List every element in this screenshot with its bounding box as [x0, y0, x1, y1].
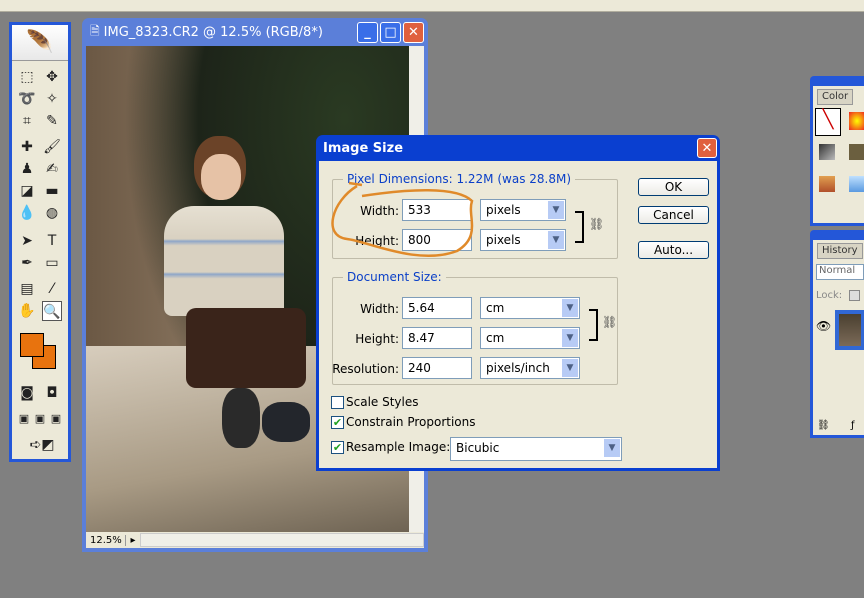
- history-brush-icon[interactable]: ✍: [42, 159, 62, 179]
- minimize-button[interactable]: _: [357, 21, 378, 43]
- marquee-tool-icon[interactable]: ⬚: [17, 67, 37, 87]
- pixel-height-unit: pixels: [486, 233, 521, 247]
- dialog-close-button[interactable]: ✕: [697, 138, 717, 158]
- brush-tool-icon[interactable]: 🖌: [42, 137, 62, 157]
- zoom-level[interactable]: 12.5%: [86, 534, 126, 546]
- hand-tool-icon[interactable]: ✋: [17, 301, 37, 321]
- quickmask-mode-icon[interactable]: ◘: [42, 383, 62, 403]
- style-swatch[interactable]: [819, 176, 835, 192]
- lasso-tool-icon[interactable]: ➰: [17, 89, 37, 109]
- shape-tool-icon[interactable]: ▭: [42, 253, 62, 273]
- resolution-field[interactable]: 240: [402, 357, 472, 379]
- notes-tool-icon[interactable]: ▤: [17, 279, 37, 299]
- document-size-legend: Document Size:: [343, 270, 446, 284]
- status-bar: 12.5% ▸: [86, 532, 424, 548]
- image-size-dialog: Image Size ✕ Pixel Dimensions: 1.22M (wa…: [316, 135, 720, 471]
- chain-link-icon: ⛓: [602, 315, 618, 329]
- pixel-width-unit: pixels: [486, 203, 521, 217]
- chevron-down-icon: ▼: [562, 329, 578, 347]
- cancel-button[interactable]: Cancel: [638, 206, 709, 224]
- tab-history[interactable]: History: [817, 243, 863, 259]
- tab-color[interactable]: Color: [817, 89, 854, 105]
- crop-tool-icon[interactable]: ⌗: [17, 111, 37, 131]
- move-tool-icon[interactable]: ✥: [42, 67, 62, 87]
- foreground-color-swatch[interactable]: [20, 333, 44, 357]
- no-style-swatch[interactable]: ╲: [815, 108, 841, 136]
- chevron-down-icon: ▼: [562, 359, 578, 377]
- link-bracket: [575, 211, 584, 243]
- chevron-down-icon: ▼: [604, 439, 620, 457]
- horizontal-scrollbar[interactable]: [140, 533, 424, 547]
- standard-mode-icon[interactable]: ◙: [17, 383, 37, 403]
- lock-label: Lock:: [816, 290, 843, 301]
- stamp-tool-icon[interactable]: ♟: [17, 159, 37, 179]
- resample-method-select[interactable]: Bicubic ▼: [450, 437, 622, 461]
- layer-row[interactable]: [835, 310, 864, 350]
- doc-width-unit-select[interactable]: cm ▼: [480, 297, 580, 319]
- doc-width-label: Width:: [360, 302, 399, 316]
- lock-transparency-icon[interactable]: [849, 290, 860, 301]
- healing-brush-icon[interactable]: ✚: [17, 137, 37, 157]
- pixel-width-unit-select[interactable]: pixels ▼: [480, 199, 566, 221]
- document-icon: 🗎: [90, 23, 100, 38]
- resolution-unit: pixels/inch: [486, 361, 550, 375]
- auto-button[interactable]: Auto...: [638, 241, 709, 259]
- ok-button[interactable]: OK: [638, 178, 709, 196]
- color-swatches-panel: Color ╲: [810, 76, 864, 226]
- doc-height-unit: cm: [486, 331, 505, 345]
- jump-to-imageready-icon[interactable]: ➪◩: [24, 435, 60, 455]
- doc-width-field[interactable]: 5.64: [402, 297, 472, 319]
- chevron-down-icon: ▼: [548, 201, 564, 219]
- link-bracket: [589, 309, 598, 341]
- layers-panel: History Normal Lock: 👁 ⛓ ƒ: [810, 230, 864, 438]
- blend-mode-select[interactable]: Normal: [816, 264, 864, 280]
- dialog-title: Image Size: [323, 140, 404, 156]
- doc-width-unit: cm: [486, 301, 505, 315]
- resample-image-label: Resample Image:: [346, 440, 451, 454]
- status-menu-icon[interactable]: ▸: [126, 535, 140, 546]
- close-button[interactable]: ✕: [403, 21, 424, 43]
- blur-tool-icon[interactable]: 💧: [17, 203, 37, 223]
- chevron-down-icon: ▼: [548, 231, 564, 249]
- chain-link-icon: ⛓: [589, 217, 605, 231]
- constrain-proportions-label: Constrain Proportions: [346, 415, 476, 429]
- resample-method: Bicubic: [456, 441, 500, 455]
- type-tool-icon[interactable]: T: [42, 231, 62, 251]
- dodge-tool-icon[interactable]: ◍: [42, 203, 62, 223]
- gradient-tool-icon[interactable]: ▬: [42, 181, 62, 201]
- doc-height-unit-select[interactable]: cm ▼: [480, 327, 580, 349]
- constrain-proportions-checkbox[interactable]: ✔: [331, 416, 344, 429]
- style-swatch[interactable]: [849, 176, 864, 192]
- layer-style-icon[interactable]: ƒ: [851, 420, 855, 431]
- document-title: IMG_8323.CR2 @ 12.5% (RGB/8*): [103, 24, 323, 40]
- resolution-label: Resolution:: [332, 362, 399, 376]
- layer-thumbnail: [839, 314, 861, 346]
- options-bar: [0, 0, 864, 12]
- maximize-button[interactable]: □: [380, 21, 401, 43]
- eraser-tool-icon[interactable]: ◪: [17, 181, 37, 201]
- style-swatch[interactable]: [849, 112, 864, 130]
- style-swatch[interactable]: [819, 144, 835, 160]
- eyedropper-icon[interactable]: ⁄: [42, 279, 62, 299]
- doc-height-field[interactable]: 8.47: [402, 327, 472, 349]
- magic-wand-icon[interactable]: ✧: [42, 89, 62, 109]
- eye-visibility-icon[interactable]: 👁: [816, 319, 831, 333]
- feather-logo-icon: 🪶: [12, 25, 68, 61]
- path-select-icon[interactable]: ➤: [17, 231, 37, 251]
- pixel-height-unit-select[interactable]: pixels ▼: [480, 229, 566, 251]
- link-layers-icon[interactable]: ⛓: [817, 420, 830, 431]
- slice-tool-icon[interactable]: ✎: [42, 111, 62, 131]
- zoom-tool-icon[interactable]: 🔍: [42, 301, 62, 321]
- fullscreen-icon[interactable]: ▣: [46, 409, 66, 429]
- doc-height-label: Height:: [355, 332, 399, 346]
- style-swatch[interactable]: [849, 144, 864, 160]
- pen-tool-icon[interactable]: ✒: [17, 253, 37, 273]
- chevron-down-icon: ▼: [562, 299, 578, 317]
- resolution-unit-select[interactable]: pixels/inch ▼: [480, 357, 580, 379]
- scale-styles-checkbox[interactable]: [331, 396, 344, 409]
- toolbox: 🪶 ⬚ ✥ ➰ ✧ ⌗ ✎ ✚ 🖌 ♟ ✍ ◪ ▬ 💧 ◍ ➤ T ✒ ▭ ▤ …: [9, 22, 71, 462]
- resample-image-checkbox[interactable]: ✔: [331, 441, 344, 454]
- scale-styles-label: Scale Styles: [346, 395, 419, 409]
